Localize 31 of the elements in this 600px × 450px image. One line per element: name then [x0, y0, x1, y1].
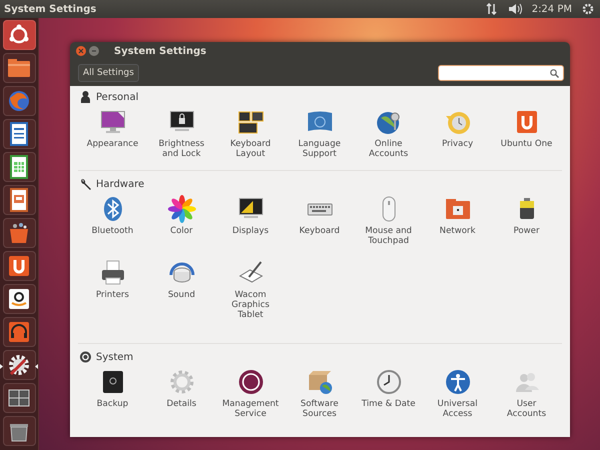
window-title: System Settings — [114, 46, 206, 56]
settings-item[interactable]: Bluetooth — [78, 193, 147, 257]
settings-item[interactable]: Printers — [78, 257, 147, 321]
app-title: System Settings — [4, 4, 98, 14]
clock[interactable]: 2:24 PM — [532, 4, 572, 14]
settings-item[interactable]: Brightness and Lock — [147, 106, 216, 170]
settings-item[interactable]: Ubuntu One — [492, 106, 561, 170]
settings-item[interactable]: Universal Access — [423, 366, 492, 430]
settings-item[interactable]: Displays — [216, 193, 285, 257]
settings-item[interactable]: Sound — [147, 257, 216, 321]
settings-item[interactable]: Management Service — [216, 366, 285, 430]
settings-item[interactable]: Color — [147, 193, 216, 257]
section-heading: Personal — [96, 92, 139, 102]
settings-item[interactable]: Online Accounts — [354, 106, 423, 170]
settings-item[interactable]: Appearance — [78, 106, 147, 170]
settings-item[interactable]: Power — [492, 193, 561, 257]
settings-item[interactable]: Details — [147, 366, 216, 430]
settings-item[interactable]: Mouse and Touchpad — [354, 193, 423, 257]
settings-item[interactable]: Keyboard — [285, 193, 354, 257]
settings-item[interactable]: User Accounts — [492, 366, 561, 430]
settings-item[interactable]: Privacy — [423, 106, 492, 170]
settings-item[interactable]: Network — [423, 193, 492, 257]
section-heading: System — [96, 352, 134, 362]
settings-item[interactable]: Keyboard Layout — [216, 106, 285, 170]
all-settings-button[interactable]: All Settings — [78, 64, 139, 82]
settings-item[interactable]: Time & Date — [354, 366, 423, 430]
settings-item[interactable]: Backup — [78, 366, 147, 430]
section-heading: Hardware — [96, 178, 144, 190]
settings-item[interactable]: Wacom Graphics Tablet — [216, 257, 285, 321]
settings-item[interactable]: Language Support — [285, 106, 354, 170]
settings-item[interactable]: Software Sources — [285, 366, 354, 430]
